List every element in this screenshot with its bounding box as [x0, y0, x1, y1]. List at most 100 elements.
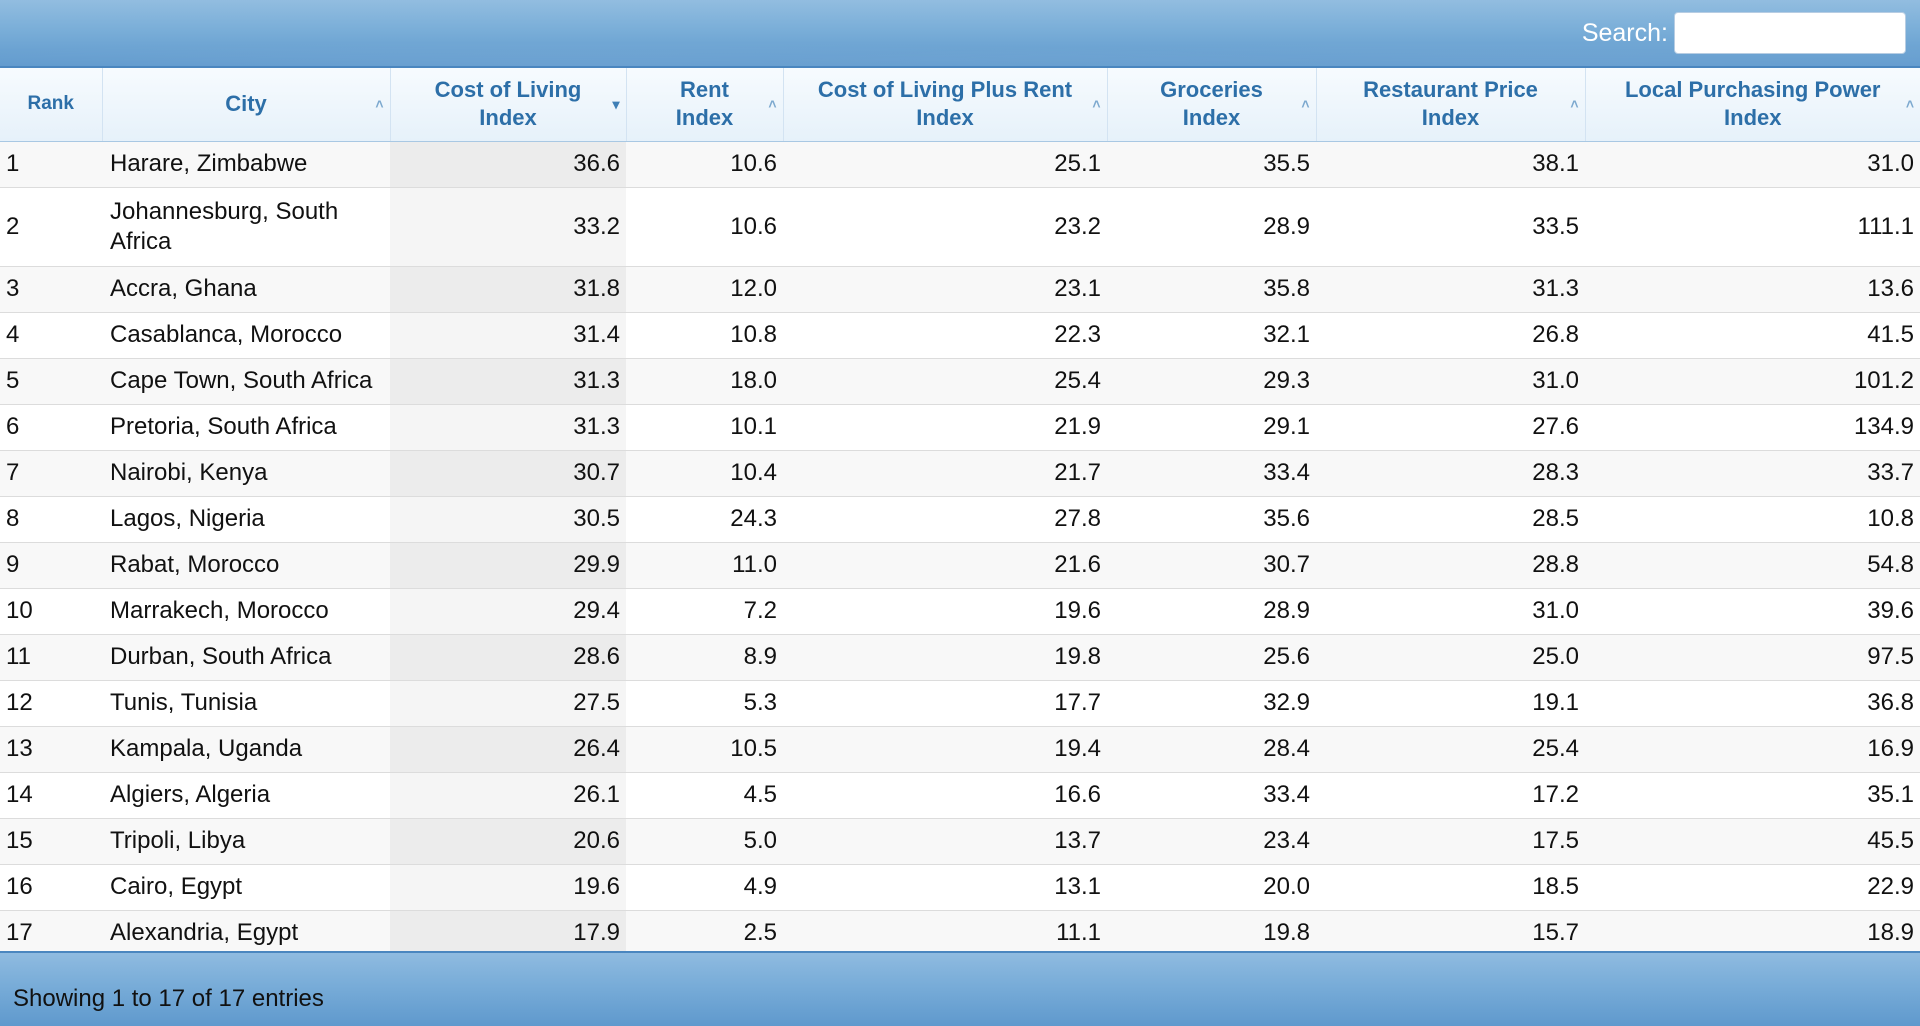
cell-rank: 7: [0, 450, 102, 497]
cell-rent-index: 12.0: [626, 266, 783, 313]
cell-cost-of-living-plus-rent-index: 27.8: [783, 496, 1107, 543]
cell-groceries-index: 19.8: [1107, 910, 1316, 957]
cell-local-purchasing-power-index: 36.8: [1585, 680, 1920, 727]
column-header-restaurant-price-index[interactable]: Restaurant Price Index ˄: [1316, 68, 1586, 142]
cell-cost-of-living-plus-rent-index: 19.4: [783, 726, 1107, 773]
cell-local-purchasing-power-index: 111.1: [1585, 187, 1920, 267]
table-toolbar: Search:: [0, 0, 1920, 68]
cell-rent-index: 10.1: [626, 404, 783, 451]
cell-local-purchasing-power-index: 54.8: [1585, 542, 1920, 589]
cell-groceries-index: 35.6: [1107, 496, 1316, 543]
cell-restaurant-price-index: 25.4: [1316, 726, 1585, 773]
cell-restaurant-price-index: 19.1: [1316, 680, 1585, 727]
column-header-label: Rent Index: [675, 77, 734, 131]
cell-local-purchasing-power-index: 16.9: [1585, 726, 1920, 773]
table-row: 11 Durban, South Africa 28.6 8.9 19.8 25.6 25.…: [0, 634, 1920, 681]
cell-groceries-index: 33.4: [1107, 772, 1316, 819]
column-header-cost-of-living-index[interactable]: Cost of Living Index ▾: [390, 68, 627, 142]
column-header-label: Rank: [27, 93, 74, 115]
cell-rank: 16: [0, 864, 102, 911]
column-header-city[interactable]: City ˄: [102, 68, 391, 142]
table-row: 2 Johannesburg, South Africa 33.2 10.6 23.2 2…: [0, 187, 1920, 267]
sort-ascending-icon: ˄: [1570, 96, 1579, 113]
cell-city: Rabat, Morocco: [102, 542, 390, 589]
cell-rent-index: 4.5: [626, 772, 783, 819]
column-header-label: Groceries Index: [1160, 77, 1263, 131]
cell-rent-index: 5.3: [626, 680, 783, 727]
sort-descending-icon: ▾: [612, 96, 620, 113]
column-header-label: Local Purchasing Power Index: [1624, 77, 1881, 131]
data-table-widget: Search: Rank City ˄ Cost of Living Index…: [0, 0, 1920, 1026]
cell-cost-of-living-index: 31.3: [390, 404, 626, 451]
cell-rent-index: 10.6: [626, 141, 783, 188]
cell-rank: 10: [0, 588, 102, 635]
cell-cost-of-living-index: 29.9: [390, 542, 626, 589]
cell-city: Alexandria, Egypt: [102, 910, 390, 957]
table-row: 1 Harare, Zimbabwe 36.6 10.6 25.1 35.5 38.1 31.…: [0, 141, 1920, 188]
cell-cost-of-living-plus-rent-index: 25.1: [783, 141, 1107, 188]
cell-groceries-index: 28.9: [1107, 588, 1316, 635]
cell-rent-index: 10.8: [626, 312, 783, 359]
sort-ascending-icon: ˄: [1905, 96, 1914, 113]
cell-rank: 14: [0, 772, 102, 819]
cell-cost-of-living-index: 31.8: [390, 266, 626, 313]
cell-local-purchasing-power-index: 39.6: [1585, 588, 1920, 635]
cell-restaurant-price-index: 27.6: [1316, 404, 1585, 451]
table-row: 7 Nairobi, Kenya 30.7 10.4 21.7 33.4 28.3 33.7: [0, 450, 1920, 497]
table-row: 8 Lagos, Nigeria 30.5 24.3 27.8 35.6 28.5 10.8: [0, 496, 1920, 543]
cell-rent-index: 8.9: [626, 634, 783, 681]
cell-restaurant-price-index: 17.2: [1316, 772, 1585, 819]
cell-restaurant-price-index: 31.0: [1316, 588, 1585, 635]
column-header-cost-of-living-plus-rent-index[interactable]: Cost of Living Plus Rent Index ˄: [783, 68, 1108, 142]
column-header-label: Cost of Living Index: [434, 77, 582, 131]
cell-cost-of-living-index: 29.4: [390, 588, 626, 635]
cell-city: Algiers, Algeria: [102, 772, 390, 819]
cell-city: Cape Town, South Africa: [102, 358, 390, 405]
cell-restaurant-price-index: 28.8: [1316, 542, 1585, 589]
cell-rent-index: 10.6: [626, 187, 783, 267]
cell-city: Lagos, Nigeria: [102, 496, 390, 543]
cell-rent-index: 11.0: [626, 542, 783, 589]
cell-groceries-index: 33.4: [1107, 450, 1316, 497]
cell-cost-of-living-index: 36.6: [390, 141, 626, 188]
cell-city: Casablanca, Morocco: [102, 312, 390, 359]
table-row: 5 Cape Town, South Africa 31.3 18.0 25.4 29.3…: [0, 358, 1920, 405]
cell-restaurant-price-index: 28.3: [1316, 450, 1585, 497]
cell-rent-index: 2.5: [626, 910, 783, 957]
cell-city: Johannesburg, South Africa: [102, 187, 390, 267]
column-header-rent-index[interactable]: Rent Index ˄: [626, 68, 784, 142]
cell-cost-of-living-index: 33.2: [390, 187, 626, 267]
cell-rank: 17: [0, 910, 102, 957]
cell-local-purchasing-power-index: 134.9: [1585, 404, 1920, 451]
cell-rank: 12: [0, 680, 102, 727]
cell-cost-of-living-plus-rent-index: 21.6: [783, 542, 1107, 589]
cell-rent-index: 10.5: [626, 726, 783, 773]
cell-local-purchasing-power-index: 45.5: [1585, 818, 1920, 865]
cell-local-purchasing-power-index: 33.7: [1585, 450, 1920, 497]
sort-ascending-icon: ˄: [1092, 96, 1101, 113]
cell-rent-index: 5.0: [626, 818, 783, 865]
cell-local-purchasing-power-index: 31.0: [1585, 141, 1920, 188]
cell-restaurant-price-index: 18.5: [1316, 864, 1585, 911]
column-header-rank[interactable]: Rank: [0, 68, 103, 142]
column-header-label: City: [225, 91, 267, 117]
cell-local-purchasing-power-index: 10.8: [1585, 496, 1920, 543]
cell-restaurant-price-index: 28.5: [1316, 496, 1585, 543]
cell-cost-of-living-plus-rent-index: 11.1: [783, 910, 1107, 957]
cell-restaurant-price-index: 31.3: [1316, 266, 1585, 313]
cell-cost-of-living-plus-rent-index: 21.7: [783, 450, 1107, 497]
column-header-groceries-index[interactable]: Groceries Index ˄: [1107, 68, 1317, 142]
table-header: Rank City ˄ Cost of Living Index ▾ Rent …: [0, 68, 1920, 142]
table-row: 17 Alexandria, Egypt 17.9 2.5 11.1 19.8 15.7 18…: [0, 910, 1920, 957]
search-label: Search:: [1581, 19, 1668, 47]
cell-cost-of-living-plus-rent-index: 23.1: [783, 266, 1107, 313]
column-header-local-purchasing-power-index[interactable]: Local Purchasing Power Index ˄: [1585, 68, 1920, 142]
entries-info: Showing 1 to 17 of 17 entries: [13, 985, 324, 1012]
cell-rank: 2: [0, 187, 102, 267]
search-input[interactable]: [1674, 12, 1906, 54]
table-row: 12 Tunis, Tunisia 27.5 5.3 17.7 32.9 19.1 36.8: [0, 680, 1920, 727]
cell-cost-of-living-index: 26.4: [390, 726, 626, 773]
cell-rent-index: 24.3: [626, 496, 783, 543]
cell-rank: 11: [0, 634, 102, 681]
cell-rank: 8: [0, 496, 102, 543]
